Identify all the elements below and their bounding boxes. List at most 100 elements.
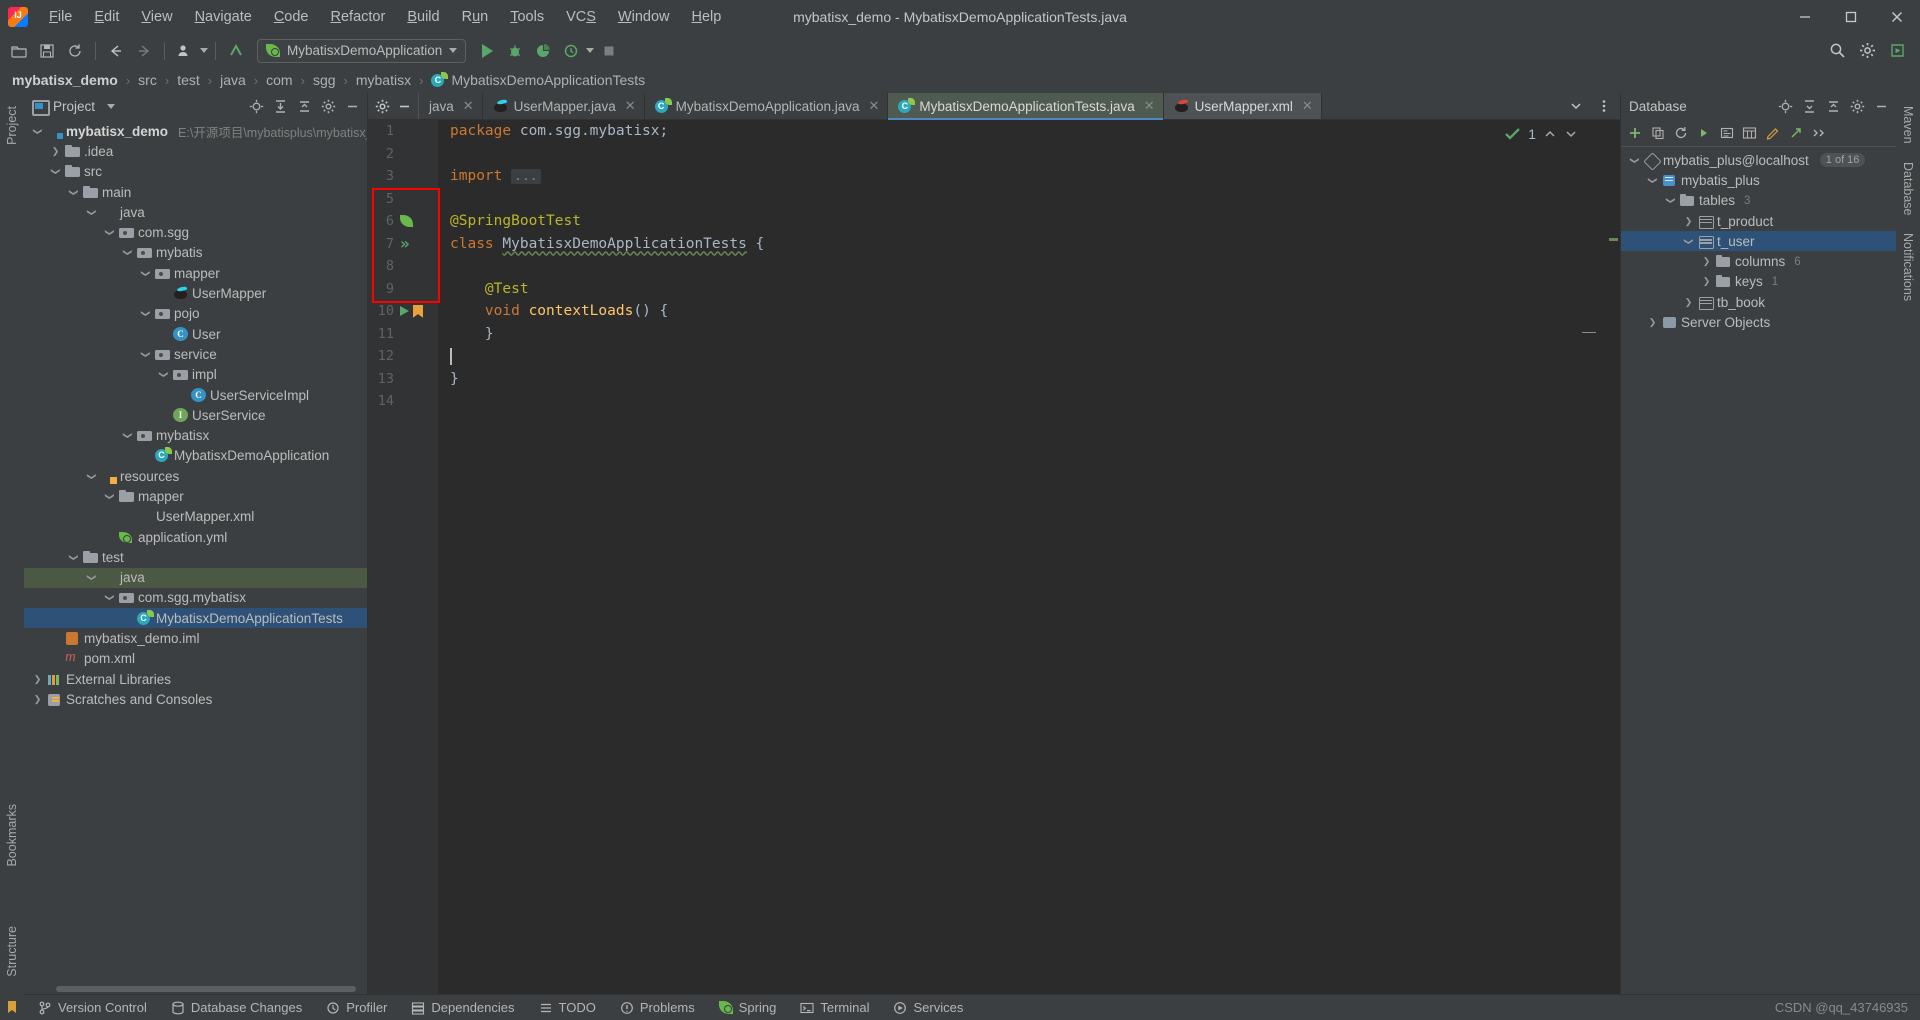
spring-leaf-icon[interactable]: [400, 215, 413, 228]
project-tree-row[interactable]: C UserServiceImpl: [24, 385, 367, 405]
previous-highlight-icon[interactable]: [1543, 127, 1557, 141]
menu-edit[interactable]: Edit: [83, 5, 130, 29]
gear-icon[interactable]: [318, 96, 338, 116]
project-tree-row[interactable]: ❯ mybatisx_demo E:\开源项目\mybatisplus\mybati…: [24, 121, 367, 141]
project-tree-row[interactable]: pom.xml: [24, 649, 367, 669]
search-everywhere-icon[interactable]: [1824, 39, 1850, 63]
project-tree-row[interactable]: ❯ test: [24, 547, 367, 567]
breadcrumb-item-test[interactable]: test: [175, 72, 202, 88]
tool-window-bookmarks-tab[interactable]: Bookmarks: [2, 797, 22, 874]
project-horizontal-scrollbar[interactable]: [24, 984, 367, 994]
chevron-right-icon[interactable]: ❯: [50, 146, 61, 157]
tool-window-notifications-tab[interactable]: Notifications: [1898, 226, 1918, 308]
profile-chevron-down-icon[interactable]: [200, 48, 208, 53]
menu-build[interactable]: Build: [396, 5, 450, 29]
hide-panel-icon[interactable]: [342, 96, 362, 116]
open-project-icon[interactable]: [6, 39, 32, 63]
copy-datasource-icon[interactable]: [1648, 124, 1667, 143]
project-tree-row[interactable]: ❯ mybatisx: [24, 425, 367, 445]
chevron-down-icon[interactable]: ❯: [86, 471, 97, 482]
database-tree-row[interactable]: ❯ mybatis_plus: [1621, 170, 1896, 190]
gutter-line[interactable]: 14: [368, 390, 438, 413]
menu-file[interactable]: File: [38, 5, 83, 29]
menu-help[interactable]: Help: [680, 5, 732, 29]
project-tree-row[interactable]: ❯ mybatis: [24, 243, 367, 263]
menu-navigate[interactable]: Navigate: [184, 5, 263, 29]
gutter-line[interactable]: 5: [368, 188, 438, 211]
menu-vcs[interactable]: VCS: [555, 5, 607, 29]
database-tree-row[interactable]: ❯ tables 3: [1621, 191, 1896, 211]
project-tree-row[interactable]: application.yml: [24, 527, 367, 547]
expand-all-icon[interactable]: [270, 96, 290, 116]
gutter-line[interactable]: 12: [368, 345, 438, 368]
status-spring[interactable]: Spring: [707, 1000, 789, 1015]
stop-button[interactable]: [596, 39, 622, 63]
gutter-line[interactable]: 7»: [368, 233, 438, 256]
project-tree-row[interactable]: C User: [24, 324, 367, 344]
project-tree-row[interactable]: ❯ java: [24, 567, 367, 588]
bookmarks-strip-icon[interactable]: [6, 1000, 24, 1014]
run-query-icon[interactable]: [1694, 124, 1713, 143]
chevron-down-icon[interactable]: ❯: [158, 369, 169, 380]
database-tree-row[interactable]: ❯ t_product: [1621, 211, 1896, 231]
gutter-line[interactable]: 1: [368, 120, 438, 143]
chevron-down-icon[interactable]: ❯: [1665, 195, 1676, 206]
code-line[interactable]: [450, 255, 1606, 278]
breadcrumb-item-mybatisx[interactable]: mybatisx: [354, 72, 413, 88]
query-console-icon[interactable]: [1717, 124, 1736, 143]
project-tree-row[interactable]: MybatisxDemoApplication: [24, 446, 367, 466]
run-test-icon[interactable]: [400, 306, 409, 317]
tool-window-database-tab[interactable]: Database: [1898, 155, 1918, 223]
chevron-down-icon[interactable]: ❯: [104, 227, 115, 238]
scrollbar-thumb[interactable]: [56, 986, 356, 992]
breadcrumb-item-com[interactable]: com: [264, 72, 294, 88]
code-line[interactable]: import ...: [450, 165, 1606, 188]
chevron-down-icon[interactable]: [1566, 96, 1586, 116]
debug-button[interactable]: [502, 39, 528, 63]
chevron-right-icon[interactable]: ❯: [32, 694, 43, 705]
chevron-down-icon[interactable]: ❯: [122, 247, 133, 258]
database-tree-row[interactable]: ❯ t_user: [1621, 231, 1896, 252]
gutter-line[interactable]: 9: [368, 278, 438, 301]
settings-gear-icon[interactable]: [1854, 39, 1880, 63]
editor-gutter[interactable]: 1 2 3 5 6 7» 8 9 10 11 12 13 14: [368, 120, 440, 994]
table-view-icon[interactable]: [1740, 124, 1759, 143]
collapse-all-icon[interactable]: [1823, 97, 1843, 117]
profiler-button[interactable]: [558, 39, 584, 63]
chevron-right-icon[interactable]: ❯: [1701, 256, 1712, 267]
chevron-down-icon[interactable]: ❯: [140, 308, 151, 319]
sync-icon[interactable]: [62, 39, 88, 63]
collapse-all-icon[interactable]: [294, 96, 314, 116]
gutter-line[interactable]: 11: [368, 323, 438, 346]
run-all-tests-icon[interactable]: »: [400, 235, 410, 252]
chevron-right-icon[interactable]: ❯: [32, 674, 43, 685]
project-tree-row[interactable]: ❯ src: [24, 162, 367, 182]
tool-window-maven-tab[interactable]: Maven: [1898, 99, 1918, 151]
chevron-down-icon[interactable]: ❯: [68, 187, 79, 198]
project-tree-row[interactable]: ❯ pojo: [24, 304, 367, 324]
project-tree-row[interactable]: ❯ .idea: [24, 141, 367, 161]
code-line[interactable]: [450, 143, 1606, 166]
breadcrumb-item-module[interactable]: mybatisx_demo: [10, 72, 120, 88]
maximize-button[interactable]: [1828, 0, 1874, 34]
chevron-down-icon[interactable]: ❯: [86, 572, 97, 583]
chevron-down-icon[interactable]: ❯: [86, 207, 97, 218]
close-tab-icon[interactable]: ✕: [1302, 98, 1313, 114]
expand-all-icon[interactable]: [1799, 97, 1819, 117]
more-actions-icon[interactable]: [1809, 124, 1828, 143]
project-tree-row[interactable]: ❯ External Libraries: [24, 669, 367, 689]
chevron-down-icon[interactable]: ❯: [32, 126, 43, 137]
edit-data-icon[interactable]: [1763, 124, 1782, 143]
close-tab-icon[interactable]: ✕: [1144, 98, 1155, 114]
database-tree-row[interactable]: ❯ tb_book: [1621, 292, 1896, 312]
database-tree-row[interactable]: ❯ columns 6: [1621, 251, 1896, 271]
hide-editor-tabs-icon[interactable]: [394, 96, 414, 116]
gutter-line[interactable]: 13: [368, 368, 438, 391]
editor-tab-usermapper-java[interactable]: UserMapper.java ✕: [483, 93, 645, 119]
status-dependencies[interactable]: Dependencies: [399, 1000, 526, 1015]
status-database-changes[interactable]: Database Changes: [159, 1000, 314, 1015]
menu-tools[interactable]: Tools: [499, 5, 555, 29]
chevron-right-icon[interactable]: ❯: [1683, 297, 1694, 308]
project-tree-row[interactable]: UserMapper: [24, 283, 367, 303]
inspection-widget[interactable]: 1: [1505, 126, 1578, 142]
